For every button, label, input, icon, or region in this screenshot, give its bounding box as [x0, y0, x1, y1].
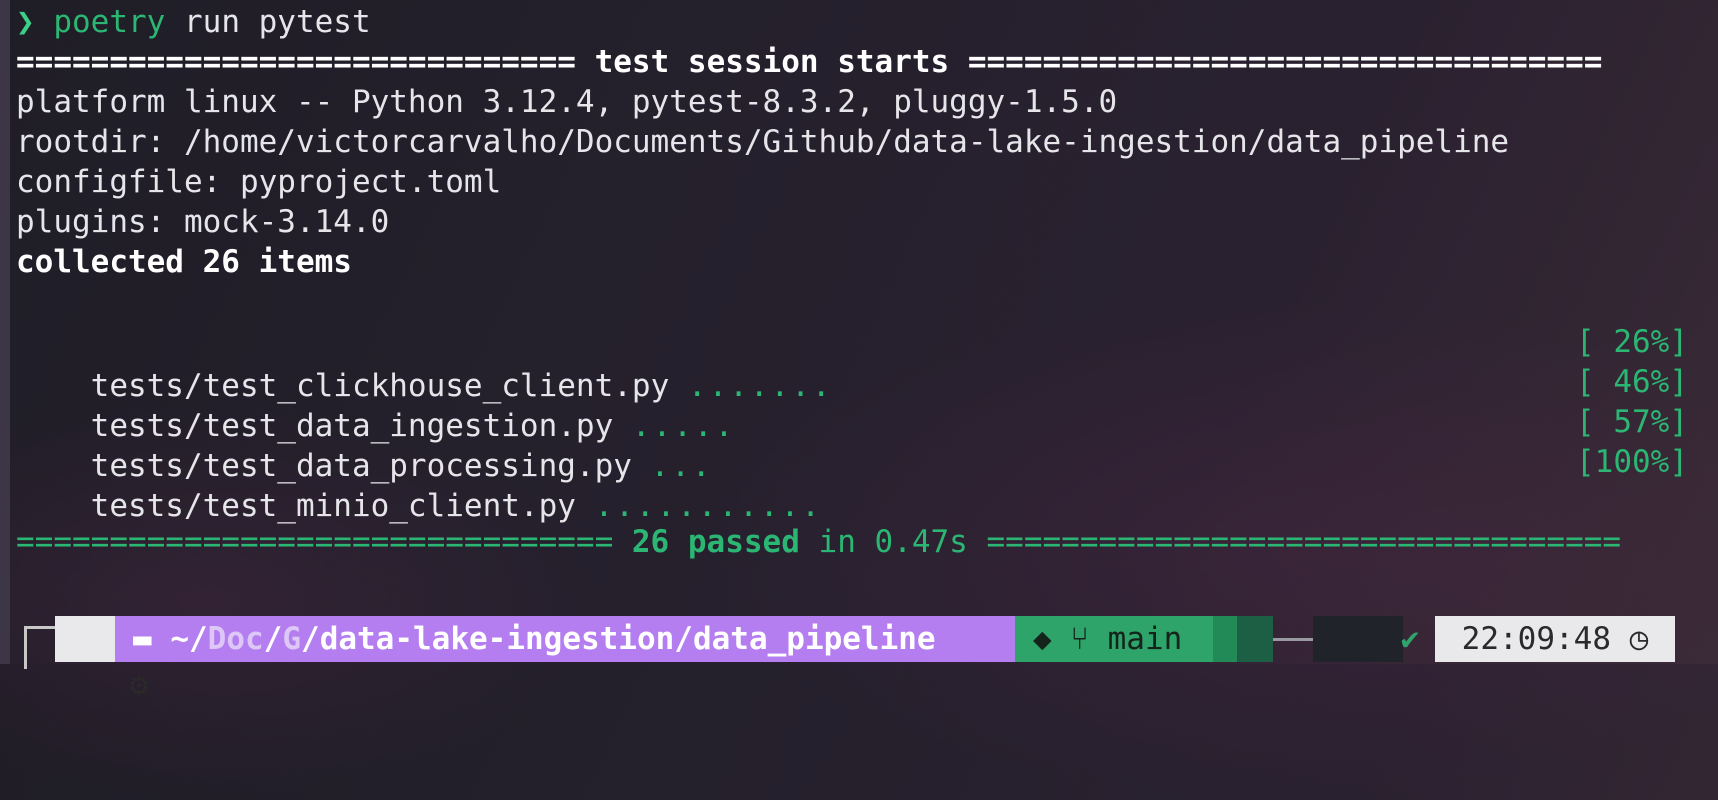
command-args: run pytest: [165, 4, 371, 40]
test-progress: [100%]: [1576, 444, 1688, 480]
test-dots: ...........: [594, 488, 822, 524]
plugins-line: plugins: mock-3.14.0: [16, 204, 390, 240]
branch-icon: ⑂: [1070, 621, 1089, 657]
collected-line: collected 26 items: [16, 244, 352, 280]
prompt-symbol: ❯: [16, 4, 35, 40]
git-branch: main: [1107, 621, 1183, 657]
clock-segment: 22:09:48 ◷: [1435, 616, 1675, 662]
prompt-filler-line: [1273, 638, 1313, 641]
header-title: test session starts: [575, 44, 968, 80]
test-progress: [ 57%]: [1576, 404, 1688, 440]
path-sep: /: [301, 621, 320, 657]
path-g: G: [282, 621, 302, 657]
git-segment-tail: [1237, 616, 1273, 662]
git-segment: ◆ ⑂ main: [1015, 616, 1213, 662]
session-header: ============================== test sess…: [16, 40, 1602, 84]
github-icon: ◆: [1033, 621, 1052, 657]
platform-line: platform linux -- Python 3.12.4, pytest-…: [16, 84, 1118, 120]
prompt-statusbar: ⚙ ▬ ~/Doc/G/data-lake-ingestion/data_pip…: [0, 616, 1718, 703]
clock-time: 22:09:48: [1461, 621, 1611, 657]
test-row: tests/test_minio_client.py ........... […: [16, 440, 1698, 524]
folder-icon: ▬: [133, 621, 152, 657]
path-sep: /: [263, 621, 283, 657]
status-check-icon: ✔: [1400, 621, 1420, 657]
test-row: tests/test_data_ingestion.py ..... [ 46%…: [16, 360, 1698, 444]
path-home: ~/: [170, 621, 208, 657]
summary-time: in 0.47s: [799, 524, 987, 560]
fedora-icon: ⚙: [129, 667, 149, 703]
configfile-line: configfile: pyproject.toml: [16, 164, 502, 200]
rootdir-line: rootdir: /home/victorcarvalho/Documents/…: [16, 124, 1510, 160]
window-edge: [0, 0, 10, 664]
test-row: tests/test_clickhouse_client.py ....... …: [16, 320, 1698, 404]
summary-line: ================================ 26 pass…: [16, 520, 1621, 564]
test-progress: [ 46%]: [1576, 364, 1688, 400]
header-rule-left: ==============================: [16, 44, 576, 80]
path-doc: Doc: [207, 621, 264, 657]
header-rule-right: ==================================: [967, 44, 1603, 80]
path-segment: ▬ ~/Doc/G/data-lake-ingestion/data_pipel…: [115, 616, 1015, 662]
summary-passed: 26 passed: [613, 524, 800, 560]
command-name: poetry: [53, 4, 166, 40]
prompt-line: ❯ poetry run pytest: [16, 0, 371, 44]
test-progress: [ 26%]: [1576, 324, 1688, 360]
os-segment: ⚙: [55, 616, 148, 703]
summary-rule-left: ================================: [16, 524, 614, 560]
test-row: tests/test_data_processing.py ... [ 57%]: [16, 400, 1698, 484]
path-current: data-lake-ingestion/data_pipeline: [319, 621, 936, 657]
git-segment-tail: [1213, 616, 1237, 662]
test-file: tests/test_minio_client.py: [90, 488, 576, 524]
summary-rule-right: ==================================: [986, 524, 1622, 560]
clock-icon: ◷: [1629, 621, 1649, 657]
